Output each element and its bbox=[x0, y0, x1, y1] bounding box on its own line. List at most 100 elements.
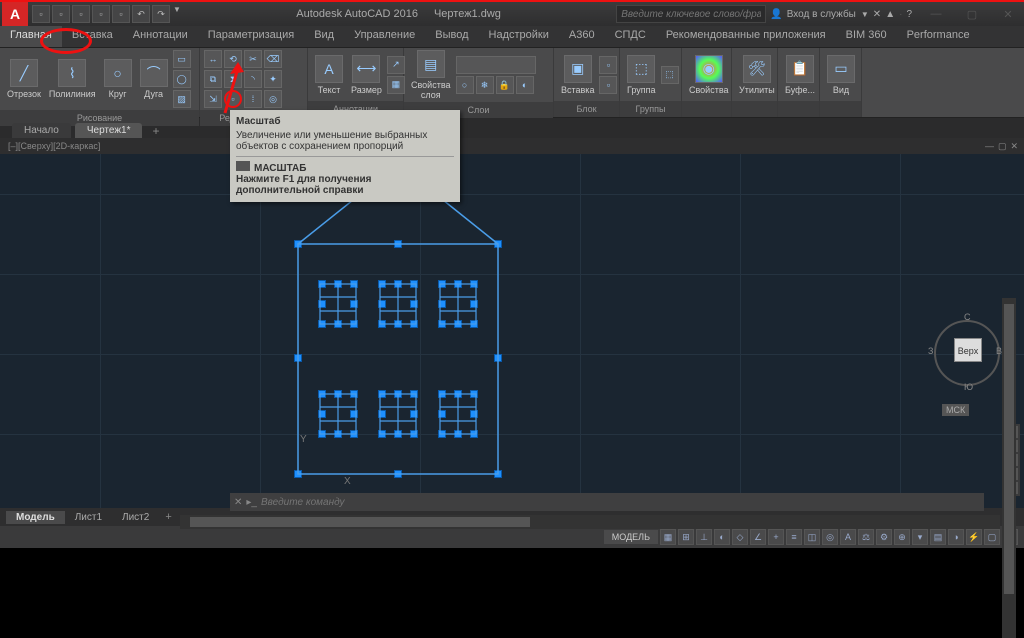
tool-erase-icon[interactable]: ⌫ bbox=[264, 50, 282, 68]
tool-circle[interactable]: ○Круг bbox=[101, 59, 135, 99]
tab-a360[interactable]: A360 bbox=[559, 26, 605, 47]
layer-selector[interactable] bbox=[456, 56, 536, 74]
canvas[interactable]: Y X Верх С Ю З В МСК bbox=[0, 154, 1024, 508]
tool-edit-block-icon[interactable]: ▫ bbox=[599, 76, 617, 94]
tool-layer-properties[interactable]: ▤Свойства слоя bbox=[408, 50, 454, 100]
status-cycle-icon[interactable]: ◎ bbox=[822, 529, 838, 545]
tool-fillet-icon[interactable]: ◝ bbox=[244, 70, 262, 88]
tool-ungroup-icon[interactable]: ⬚ bbox=[661, 66, 679, 84]
tool-utilities[interactable]: 🛠Утилиты bbox=[736, 55, 778, 95]
tool-insert-block[interactable]: ▣Вставка bbox=[558, 55, 597, 95]
status-ortho-icon[interactable]: ⊥ bbox=[696, 529, 712, 545]
tool-move-icon[interactable]: ↔ bbox=[204, 50, 222, 68]
status-isolate-icon[interactable]: ◑ bbox=[948, 529, 964, 545]
layer-off-icon[interactable]: ○ bbox=[456, 76, 474, 94]
tab-spds[interactable]: СПДС bbox=[605, 26, 656, 47]
tool-properties[interactable]: ◉Свойства bbox=[686, 55, 732, 95]
tool-hatch-icon[interactable]: ▨ bbox=[173, 90, 191, 108]
qat-print-icon[interactable]: ▫ bbox=[112, 5, 130, 23]
viewport-close-icon[interactable]: ✕ bbox=[1010, 138, 1018, 154]
tool-ellipse-icon[interactable]: ◯ bbox=[173, 70, 191, 88]
qat-dropdown-icon[interactable]: ▼ bbox=[173, 5, 181, 23]
tool-offset-icon[interactable]: ◎ bbox=[264, 90, 282, 108]
tool-table-icon[interactable]: ▦ bbox=[387, 76, 405, 94]
search-input[interactable] bbox=[616, 5, 766, 23]
status-quickprops-icon[interactable]: ▤ bbox=[930, 529, 946, 545]
exchange-icon[interactable]: ✕ bbox=[873, 9, 881, 20]
viewcube-top[interactable]: Верх bbox=[954, 338, 982, 362]
layer-freeze-icon[interactable]: ❄ bbox=[476, 76, 494, 94]
tool-copy-icon[interactable]: ⧉ bbox=[204, 70, 222, 88]
viewport-maximize-icon[interactable]: ▢ bbox=[998, 138, 1007, 154]
tool-mirror-icon[interactable]: ⧗ bbox=[224, 70, 242, 88]
panel-block-title[interactable]: Блок bbox=[554, 101, 619, 117]
status-units-icon[interactable]: ▾ bbox=[912, 529, 928, 545]
status-grid-icon[interactable]: ▦ bbox=[660, 529, 676, 545]
tab-addins[interactable]: Надстройки bbox=[479, 26, 559, 47]
tool-leader-icon[interactable]: ↗ bbox=[387, 56, 405, 74]
autodesk-icon[interactable]: ▲ bbox=[885, 9, 895, 20]
user-icon[interactable]: 👤 bbox=[770, 9, 782, 20]
filetab-new[interactable]: + bbox=[146, 124, 165, 138]
tab-featured[interactable]: Рекомендованные приложения bbox=[656, 26, 836, 47]
filetab-drawing1[interactable]: Чертеж1* bbox=[75, 123, 143, 138]
minimize-button[interactable]: — bbox=[924, 8, 948, 21]
help-icon[interactable]: ? bbox=[906, 9, 912, 20]
tab-bim360[interactable]: BIM 360 bbox=[836, 26, 897, 47]
layout-tab-sheet1[interactable]: Лист1 bbox=[65, 511, 112, 524]
tool-rectangle-icon[interactable]: ▭ bbox=[173, 50, 191, 68]
panel-groups-title[interactable]: Группы bbox=[620, 101, 681, 117]
layer-match-icon[interactable]: ◐ bbox=[516, 76, 534, 94]
viewcube[interactable]: Верх С Ю З В МСК bbox=[934, 314, 1004, 394]
tool-dimension[interactable]: ⟷Размер bbox=[348, 55, 385, 95]
tool-stretch-icon[interactable]: ⇲ bbox=[204, 90, 222, 108]
command-line[interactable]: ✕ ▸_ bbox=[230, 493, 984, 511]
viewport-label[interactable]: [–][Сверху][2D-каркас] bbox=[8, 138, 100, 154]
tool-trim-icon[interactable]: ✂ bbox=[244, 50, 262, 68]
status-annomonitor-icon[interactable]: ⊕ bbox=[894, 529, 910, 545]
layout-tab-add[interactable]: + bbox=[159, 511, 177, 523]
tool-polyline[interactable]: ⌇Полилиния bbox=[46, 59, 99, 99]
qat-save-icon[interactable]: ▫ bbox=[72, 5, 90, 23]
status-osnap-icon[interactable]: ◇ bbox=[732, 529, 748, 545]
qat-redo-icon[interactable]: ↷ bbox=[152, 5, 170, 23]
tool-clipboard[interactable]: 📋Буфе... bbox=[782, 55, 818, 95]
tool-group[interactable]: ⬚Группа bbox=[624, 55, 659, 95]
qat-open-icon[interactable]: ▫ bbox=[52, 5, 70, 23]
tool-text[interactable]: AТекст bbox=[312, 55, 346, 95]
tab-main[interactable]: Главная bbox=[0, 26, 62, 47]
status-transp-icon[interactable]: ◫ bbox=[804, 529, 820, 545]
tab-view[interactable]: Вид bbox=[304, 26, 344, 47]
vertical-scrollbar[interactable] bbox=[1002, 298, 1016, 638]
qat-undo-icon[interactable]: ↶ bbox=[132, 5, 150, 23]
tool-array-icon[interactable]: ⁞ bbox=[244, 90, 262, 108]
status-dyn-icon[interactable]: + bbox=[768, 529, 784, 545]
qat-new-icon[interactable]: ▫ bbox=[32, 5, 50, 23]
status-workspace-icon[interactable]: ⚙ bbox=[876, 529, 892, 545]
tool-view[interactable]: ▭Вид bbox=[824, 55, 858, 95]
cmdline-input[interactable] bbox=[261, 497, 980, 508]
viewport-minimize-icon[interactable]: — bbox=[985, 138, 994, 154]
app-menu-icon[interactable]: A bbox=[2, 2, 28, 26]
status-lwt-icon[interactable]: ≡ bbox=[786, 529, 802, 545]
status-otrack-icon[interactable]: ∠ bbox=[750, 529, 766, 545]
tool-rotate-icon[interactable]: ⟲ bbox=[224, 50, 242, 68]
layout-tab-model[interactable]: Модель bbox=[6, 511, 65, 524]
layer-lock-icon[interactable]: 🔒 bbox=[496, 76, 514, 94]
tool-scale-icon[interactable]: ▫ bbox=[224, 90, 242, 108]
horizontal-scrollbar[interactable] bbox=[180, 515, 1000, 529]
tool-arc[interactable]: ⌒Дуга bbox=[137, 59, 171, 99]
tool-create-block-icon[interactable]: ▫ bbox=[599, 56, 617, 74]
tool-explode-icon[interactable]: ✦ bbox=[264, 70, 282, 88]
tab-performance[interactable]: Performance bbox=[897, 26, 980, 47]
tab-parametric[interactable]: Параметризация bbox=[198, 26, 304, 47]
tab-insert[interactable]: Вставка bbox=[62, 26, 123, 47]
filetab-start[interactable]: Начало bbox=[12, 123, 71, 138]
login-label[interactable]: Вход в службы bbox=[787, 9, 856, 20]
status-polar-icon[interactable]: ◐ bbox=[714, 529, 730, 545]
tab-manage[interactable]: Управление bbox=[344, 26, 425, 47]
qat-saveas-icon[interactable]: ▫ bbox=[92, 5, 110, 23]
status-scale-icon[interactable]: ⚖ bbox=[858, 529, 874, 545]
cmdline-close-icon[interactable]: ✕ bbox=[234, 497, 242, 508]
viewcube-wcs[interactable]: МСК bbox=[942, 404, 969, 416]
